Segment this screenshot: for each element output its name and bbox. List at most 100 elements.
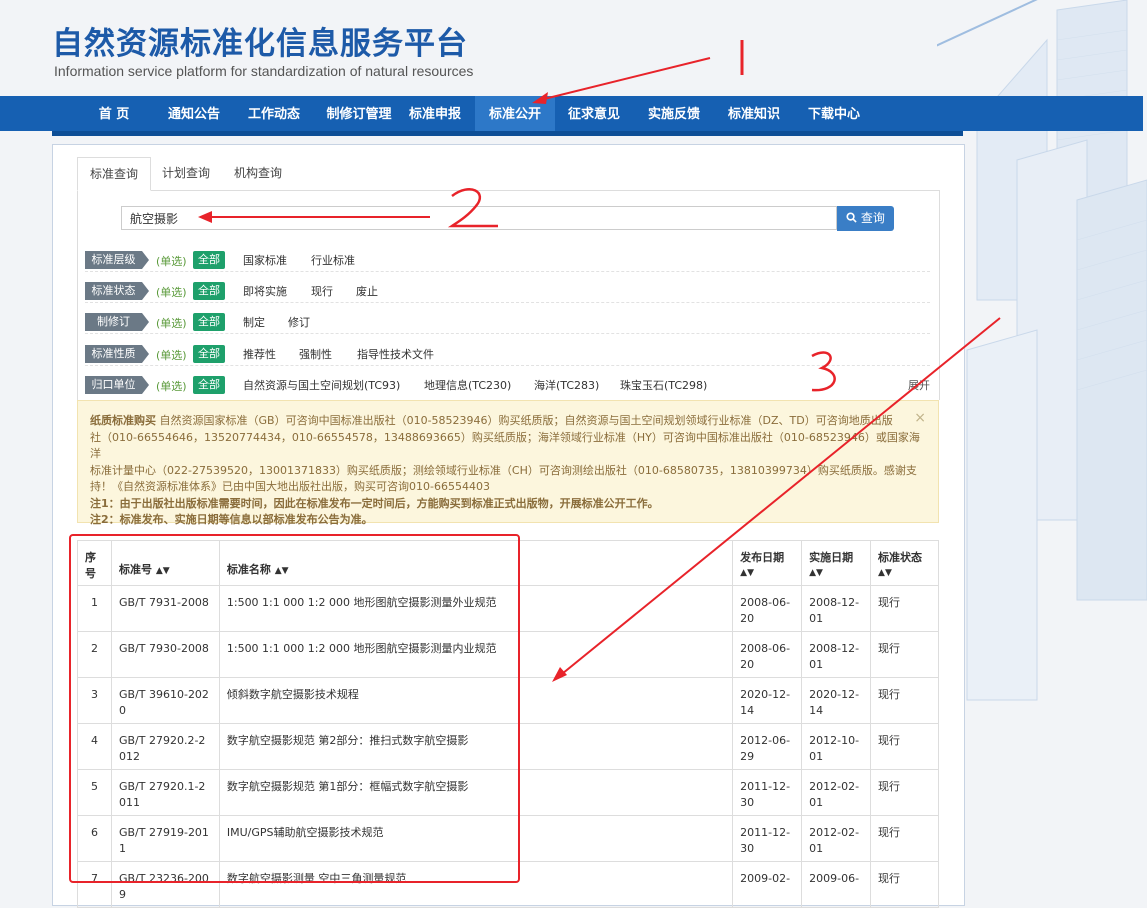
main-nav: 首 页 通知公告 工作动态 制修订管理 标准申报 标准公开 征求意见 实施反馈 …	[0, 96, 1143, 131]
cell-name[interactable]: 数字航空摄影测量 空中三角测量规范	[218, 861, 734, 908]
filter-option[interactable]: 现行	[311, 283, 333, 299]
filter-option[interactable]: 强制性	[299, 346, 332, 362]
filter-option[interactable]: 地理信息(TC230)	[424, 377, 511, 393]
filter-option[interactable]: 自然资源与国土空间规划(TC93)	[243, 377, 400, 393]
nav-item-download[interactable]: 下载中心	[800, 96, 868, 131]
cell-code[interactable]: GB/T 27920.2-2012	[110, 723, 220, 770]
expand-link[interactable]: 展开	[908, 377, 930, 393]
cell-status: 现行	[870, 631, 939, 678]
cell-status: 现行	[870, 769, 939, 816]
filter-row-nature: 标准性质 (单选) 全部 推荐性 强制性 指导性技术文件	[85, 341, 930, 366]
filter-option[interactable]: 海洋(TC283)	[534, 377, 599, 393]
nav-underbar	[52, 131, 963, 136]
notice-line: 纸质标准购买 自然资源国家标准（GB）可咨询中国标准出版社（010-585239…	[90, 414, 893, 427]
cell-code[interactable]: GB/T 7931-2008	[110, 585, 220, 632]
cell-name[interactable]: 1:500 1:1 000 1:2 000 地形图航空摄影测量外业规范	[218, 585, 734, 632]
sort-icon[interactable]: ▲▼	[878, 568, 892, 578]
site-subtitle: Information service platform for standar…	[54, 63, 474, 79]
sort-icon[interactable]: ▲▼	[156, 566, 170, 576]
cell-status: 现行	[870, 677, 939, 724]
col-header-pub-date[interactable]: 发布日期 ▲▼	[732, 540, 803, 586]
tab-org-search[interactable]: 机构查询	[222, 157, 294, 190]
nav-item-knowledge[interactable]: 标准知识	[720, 96, 788, 131]
cell-pub-date: 2008-06-20	[732, 585, 803, 632]
nav-item-public[interactable]: 标准公开	[475, 96, 555, 131]
filter-row-revision: 制修订 (单选) 全部 制定 修订	[85, 309, 930, 334]
sort-icon[interactable]: ▲▼	[740, 568, 754, 578]
cell-impl-date: 2020-12-14	[801, 677, 872, 724]
nav-item-notices[interactable]: 通知公告	[160, 96, 228, 131]
nav-item-news[interactable]: 工作动态	[240, 96, 308, 131]
filter-all-button[interactable]: 全部	[193, 345, 225, 363]
col-header-status[interactable]: 标准状态 ▲▼	[870, 540, 939, 586]
nav-item-comments[interactable]: 征求意见	[560, 96, 628, 131]
filter-option[interactable]: 推荐性	[243, 346, 276, 362]
cell-code[interactable]: GB/T 39610-2020	[110, 677, 220, 724]
filter-all-button[interactable]: 全部	[193, 251, 225, 269]
filter-option[interactable]: 制定	[243, 314, 265, 330]
filter-option[interactable]: 指导性技术文件	[357, 346, 434, 362]
filter-all-button[interactable]: 全部	[193, 282, 225, 300]
filter-option[interactable]: 行业标准	[311, 252, 355, 268]
cell-impl-date: 2008-12-01	[801, 585, 872, 632]
filter-all-button[interactable]: 全部	[193, 376, 225, 394]
cell-status: 现行	[870, 861, 939, 908]
search-button-label: 查询	[860, 211, 885, 225]
cell-code[interactable]: GB/T 27920.1-2011	[110, 769, 220, 816]
notice-title: 纸质标准购买	[90, 414, 156, 427]
col-header-name[interactable]: 标准名称 ▲▼	[218, 540, 734, 586]
cell-code[interactable]: GB/T 27919-2011	[110, 815, 220, 862]
filter-option[interactable]: 即将实施	[243, 283, 287, 299]
filter-single-hint: (单选)	[156, 286, 187, 299]
table-row[interactable]: 5 GB/T 27920.1-2011 数字航空摄影规范 第1部分：框幅式数字航空摄…	[77, 769, 939, 816]
filter-arrow-icon	[142, 282, 149, 300]
cell-name[interactable]: 倾斜数字航空摄影技术规程	[218, 677, 734, 724]
nav-item-apply[interactable]: 标准申报	[400, 96, 470, 131]
tab-divider	[77, 190, 939, 191]
col-header-code[interactable]: 标准号 ▲▼	[110, 540, 220, 586]
tab-plan-search[interactable]: 计划查询	[150, 157, 222, 190]
nav-item-feedback[interactable]: 实施反馈	[640, 96, 708, 131]
notice-line: 社（010-66554646，13520774434，010-66554578，…	[90, 430, 920, 461]
table-row[interactable]: 2 GB/T 7930-2008 1:500 1:1 000 1:2 000 地形图…	[77, 631, 939, 678]
background-city-illustration	[937, 0, 1147, 701]
cell-pub-date: 2011-12-30	[732, 815, 803, 862]
filter-arrow-icon	[142, 376, 149, 394]
cell-code[interactable]: GB/T 7930-2008	[110, 631, 220, 678]
cell-name[interactable]: 1:500 1:1 000 1:2 000 地形图航空摄影测量内业规范	[218, 631, 734, 678]
filter-row-level: 标准层级 (单选) 全部 国家标准 行业标准	[85, 247, 930, 272]
close-icon[interactable]: ×	[914, 410, 926, 427]
filter-row-status: 标准状态 (单选) 全部 即将实施 现行 废止	[85, 278, 930, 303]
filter-single-hint: (单选)	[156, 317, 187, 330]
filter-all-button[interactable]: 全部	[193, 313, 225, 331]
col-header-impl-date[interactable]: 实施日期 ▲▼	[801, 540, 872, 586]
filter-option[interactable]: 珠宝玉石(TC298)	[620, 377, 707, 393]
filter-option[interactable]: 修订	[288, 314, 310, 330]
table-row[interactable]: 7 GB/T 23236-2009 数字航空摄影测量 空中三角测量规范 2009-02…	[77, 861, 939, 908]
table-row[interactable]: 3 GB/T 39610-2020 倾斜数字航空摄影技术规程 2020-12-14 20…	[77, 677, 939, 724]
cell-name[interactable]: IMU/GPS辅助航空摄影技术规范	[218, 815, 734, 862]
col-header-no: 序号	[77, 540, 112, 586]
notice-line: 标准计量中心（022-27539520，13001371833）购买纸质版；测绘…	[90, 463, 917, 477]
cell-no: 5	[77, 769, 112, 816]
cell-name[interactable]: 数字航空摄影规范 第2部分：推扫式数字航空摄影	[218, 723, 734, 770]
sort-icon[interactable]: ▲▼	[275, 566, 289, 576]
table-row[interactable]: 4 GB/T 27920.2-2012 数字航空摄影规范 第2部分：推扫式数字航空摄…	[77, 723, 939, 770]
cell-name[interactable]: 数字航空摄影规范 第1部分：框幅式数字航空摄影	[218, 769, 734, 816]
table-row[interactable]: 1 GB/T 7931-2008 1:500 1:1 000 1:2 000 地形图…	[77, 585, 939, 632]
filter-arrow-icon	[142, 313, 149, 331]
sort-icon[interactable]: ▲▼	[809, 568, 823, 578]
nav-item-home[interactable]: 首 页	[80, 96, 148, 131]
filter-single-hint: (单选)	[156, 349, 187, 362]
filter-option[interactable]: 国家标准	[243, 252, 287, 268]
table-row[interactable]: 6 GB/T 27919-2011 IMU/GPS辅助航空摄影技术规范 2011-12…	[77, 815, 939, 862]
cell-code[interactable]: GB/T 23236-2009	[110, 861, 220, 908]
search-input[interactable]: 航空摄影	[121, 206, 837, 230]
tab-standard-search[interactable]: 标准查询	[77, 157, 152, 191]
cell-pub-date: 2009-02-	[732, 861, 803, 908]
search-button[interactable]: 查询	[837, 206, 894, 231]
filter-label: 标准性质	[85, 345, 142, 363]
filter-option[interactable]: 废止	[356, 283, 378, 299]
nav-item-revision[interactable]: 制修订管理	[320, 96, 398, 131]
cell-pub-date: 2020-12-14	[732, 677, 803, 724]
